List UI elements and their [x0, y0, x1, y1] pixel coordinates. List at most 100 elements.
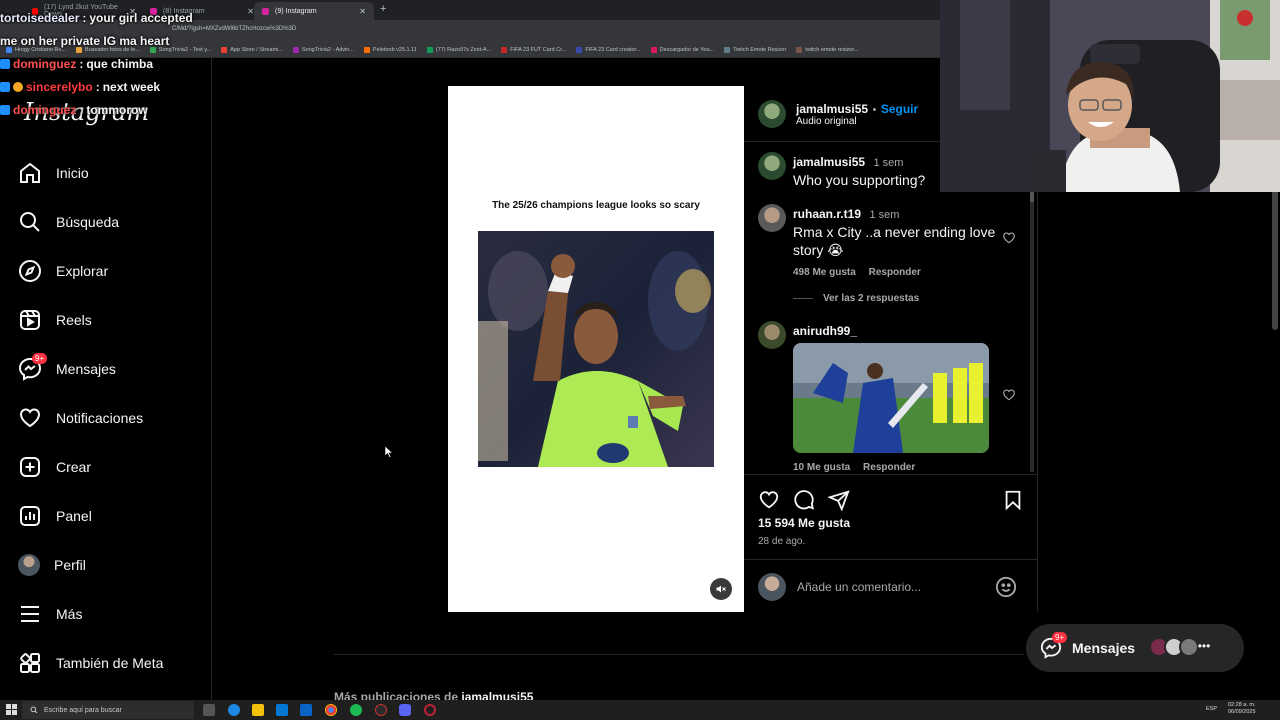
spotify-icon[interactable] — [350, 704, 362, 716]
commenter-avatar[interactable] — [758, 204, 786, 232]
reply-button[interactable]: Responder — [863, 462, 915, 473]
view-replies-button[interactable]: Ver las 2 respuestas — [793, 293, 919, 304]
reply-button[interactable]: Responder — [869, 267, 921, 278]
sidebar-item-reels[interactable]: Reels — [18, 300, 203, 340]
follow-button[interactable]: Seguir — [881, 102, 918, 116]
chat-text: me on her private IG ma heart — [0, 33, 170, 48]
sidebar-item-label: Inicio — [56, 165, 89, 181]
bookmark-label: Peletoob v25.1.11 — [372, 46, 417, 53]
sidebar-item-crear[interactable]: Crear — [18, 447, 203, 487]
bookmark-item[interactable]: Peletoob v25.1.11 — [363, 46, 417, 53]
comment-username[interactable]: anirudh99_ — [793, 324, 857, 338]
view-replies-label: Ver las 2 respuestas — [823, 293, 920, 304]
sidebar-item-explorar[interactable]: Explorar — [18, 251, 203, 291]
post-media[interactable]: The 25/26 champions league looks so scar… — [448, 86, 744, 612]
messages-pill[interactable]: 9+ Mensajes ••• — [1026, 624, 1244, 672]
mute-button[interactable] — [710, 578, 732, 600]
heart-icon — [19, 408, 41, 428]
sidebar-item-label: Mensajes — [56, 361, 116, 377]
commenter-avatar[interactable] — [758, 321, 786, 349]
bookmark-item[interactable]: Twitch Emote Resizer — [724, 46, 786, 53]
chat-badge-icon — [0, 81, 10, 92]
unread-badge: 9+ — [1052, 632, 1068, 643]
comment-icon[interactable] — [793, 489, 815, 511]
like-icon[interactable] — [758, 489, 780, 511]
menu-icon — [21, 606, 39, 622]
chart-icon — [20, 506, 40, 526]
opera-icon[interactable] — [424, 704, 436, 716]
file-explorer-icon[interactable] — [252, 704, 264, 716]
author-username[interactable]: jamalmusi55 — [796, 102, 868, 116]
add-comment-input[interactable]: Añade un comentario... — [797, 580, 921, 594]
screen: (17) Lynd 2kut YouTube Down ✕ (8) Instag… — [0, 0, 1280, 720]
windows-start-icon[interactable] — [6, 704, 17, 715]
sidebar-item-mas[interactable]: Más — [18, 594, 203, 634]
sidebar-item-label: Explorar — [56, 263, 109, 279]
bookmark-favicon-icon — [724, 46, 731, 53]
comment-gif[interactable] — [793, 343, 989, 453]
taskbar-search-placeholder: Escribe aquí para buscar — [44, 706, 122, 714]
chat-message: me on her private IG ma heart — [0, 29, 260, 52]
edge-icon[interactable] — [228, 704, 240, 716]
keyboard-language[interactable]: ESP — [1206, 706, 1217, 712]
like-comment-icon[interactable] — [1002, 231, 1016, 245]
chat-separator: : — [82, 10, 87, 25]
comment: ruhaan.r.t19 1 sem Rma x City ..a never … — [793, 205, 998, 278]
store-icon[interactable] — [276, 704, 288, 716]
obs-icon[interactable] — [375, 704, 387, 716]
comment-time: 1 sem — [873, 157, 904, 169]
instagram-sidebar: Instagram Inicio Búsqueda Explorar Reels… — [0, 58, 212, 700]
bookmark-item[interactable]: FIFA 23 FUT Card Cr... — [501, 46, 566, 53]
new-tab-icon[interactable]: + — [380, 3, 386, 15]
section-divider — [334, 654, 1024, 655]
chat-badge-icon — [13, 81, 23, 92]
comment-likes[interactable]: 498 Me gusta — [793, 267, 856, 278]
task-view-icon[interactable] — [203, 704, 215, 716]
chat-badge-icon — [0, 104, 10, 115]
sidebar-item-inicio[interactable]: Inicio — [18, 153, 203, 193]
clock-time: 02:28 a. m. — [1228, 702, 1256, 708]
author-avatar[interactable] — [758, 100, 786, 128]
bookmark-item[interactable]: SongTrivia2 - Advin... — [292, 46, 354, 53]
bookmark-favicon-icon — [363, 46, 370, 53]
audio-label[interactable]: Audio original — [796, 116, 857, 127]
system-clock[interactable]: 02:28 a. m. 06/09/2025 — [1228, 702, 1256, 716]
sidebar-item-perfil[interactable]: Perfil — [18, 545, 203, 585]
mail-icon[interactable] — [300, 704, 312, 716]
chat-username: dominguez — [13, 102, 77, 117]
sidebar-item-panel[interactable]: Panel — [18, 496, 203, 536]
discord-icon[interactable] — [399, 704, 411, 716]
sidebar-item-tambien-de-meta[interactable]: También de Meta — [18, 643, 203, 683]
more-options-icon[interactable]: ••• — [1194, 637, 1214, 657]
speaker-muted-icon — [716, 585, 726, 593]
sidebar-item-label: Reels — [56, 312, 92, 328]
like-comment-icon[interactable] — [1002, 388, 1016, 402]
sidebar-item-busqueda[interactable]: Búsqueda — [18, 202, 203, 242]
bookmark-item[interactable]: (77) Razo97s Zest-A... — [426, 46, 491, 53]
close-tab-icon[interactable]: ✕ — [359, 7, 366, 16]
chrome-icon[interactable] — [325, 704, 337, 716]
bookmark-item[interactable]: Descargador de You... — [650, 46, 714, 53]
chat-username: sincerelybo — [26, 79, 93, 94]
comment-username[interactable]: ruhaan.r.t19 — [793, 207, 861, 221]
comment-likes[interactable]: 10 Me gusta — [793, 462, 850, 473]
browser-tab-active[interactable]: (9) Instagram ✕ — [254, 2, 374, 20]
bookmark-item[interactable]: FIFA 23 Card creator... — [576, 46, 641, 53]
share-icon[interactable] — [828, 489, 850, 511]
sidebar-item-notificaciones[interactable]: Notificaciones — [18, 398, 203, 438]
bookmark-icon[interactable] — [1002, 489, 1024, 511]
sidebar-item-label: Panel — [56, 508, 92, 524]
likes-count[interactable]: 15 594 Me gusta — [758, 516, 850, 530]
page-scrollbar[interactable] — [1272, 190, 1278, 330]
chat-username: tortoisedealer — [0, 10, 80, 25]
emoji-icon[interactable] — [995, 576, 1017, 598]
sidebar-item-mensajes[interactable]: 9+ Mensajes — [18, 349, 203, 389]
chat-message: sincerelybo : next week — [0, 75, 260, 98]
commenter-avatar[interactable] — [758, 152, 786, 180]
avatar — [18, 554, 40, 576]
bookmark-item[interactable]: twitch emote resizer... — [796, 46, 858, 53]
replies-line — [793, 298, 813, 299]
post-actions: 15 594 Me gusta 28 de ago. Añade un come… — [744, 474, 1038, 612]
comment-username[interactable]: jamalmusi55 — [793, 155, 865, 169]
taskbar-search[interactable]: Escribe aquí para buscar — [22, 701, 194, 719]
